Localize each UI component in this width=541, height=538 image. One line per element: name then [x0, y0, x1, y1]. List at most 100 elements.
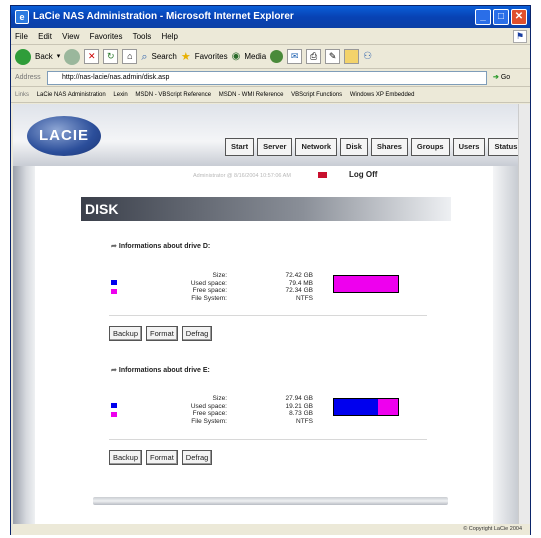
page-viewport: LACIE Start Server Network Disk Shares G…	[13, 104, 518, 524]
drive-e-used: 19.21 GB	[285, 402, 313, 410]
link-item[interactable]: Lexin	[113, 92, 127, 98]
nav-start[interactable]: Start	[225, 138, 255, 156]
link-item[interactable]: Windows XP Embedded	[350, 92, 415, 98]
address-url: http://nas-lacie/nas.admin/disk.asp	[62, 74, 170, 81]
drive-e-free: 8.73 GB	[289, 410, 313, 417]
menu-help[interactable]: Help	[162, 32, 178, 41]
free-segment	[378, 399, 398, 415]
section-title: DISK	[85, 201, 119, 217]
format-button[interactable]: Format	[146, 450, 178, 465]
stop-icon[interactable]: ✕	[84, 49, 100, 64]
links-label: Links	[15, 92, 30, 98]
format-button[interactable]: Format	[146, 326, 178, 341]
backup-button[interactable]: Backup	[109, 450, 143, 465]
minimize-button[interactable]: _	[475, 9, 491, 25]
drive-e-fs: NTFS	[296, 417, 313, 425]
menu-edit[interactable]: Edit	[38, 32, 52, 41]
nav-network[interactable]: Network	[295, 138, 338, 156]
toolbar: Back ▾ ✕ ↻ ⌂ ⌕ Search ★ Favorites ◉ Medi…	[11, 45, 530, 69]
drive-e-size: 27.94 GB	[285, 395, 313, 402]
drive-e-heading-text: Informations about drive E:	[118, 367, 210, 374]
free-label: Free space:	[192, 287, 227, 294]
home-icon[interactable]: ⌂	[122, 49, 138, 64]
history-icon[interactable]	[270, 50, 284, 63]
title-bar[interactable]: e LaCie NAS Administration - Microsoft I…	[11, 6, 530, 28]
divider	[109, 315, 427, 316]
used-label: Used space:	[190, 279, 227, 287]
used-legend-swatch	[111, 280, 117, 285]
menu-bar: File Edit View Favorites Tools Help	[11, 28, 530, 45]
messenger-icon[interactable]: ⚇	[363, 45, 372, 69]
link-item[interactable]: VBScript Functions	[291, 92, 342, 98]
logoff-link[interactable]: Log Off	[349, 170, 377, 179]
menu-favorites[interactable]: Favorites	[90, 32, 123, 41]
drive-d-free: 72.34 GB	[285, 287, 313, 294]
edit-icon[interactable]: ✎	[325, 49, 341, 64]
browser-window: e LaCie NAS Administration - Microsoft I…	[10, 5, 531, 535]
vertical-scrollbar[interactable]	[518, 104, 530, 524]
fs-label: File System:	[191, 417, 227, 425]
address-input[interactable]: http://nas-lacie/nas.admin/disk.asp	[47, 71, 487, 85]
free-legend-swatch	[111, 289, 117, 294]
link-item[interactable]: LaCie NAS Administration	[37, 92, 106, 98]
address-bar: Address http://nas-lacie/nas.admin/disk.…	[11, 69, 530, 87]
divider	[109, 439, 427, 440]
nav-server[interactable]: Server	[257, 138, 293, 156]
link-item[interactable]: MSDN - VBScript Reference	[135, 92, 211, 98]
nav-groups[interactable]: Groups	[410, 138, 450, 156]
backup-button[interactable]: Backup	[109, 326, 143, 341]
drive-d-used: 79.4 MB	[288, 279, 313, 287]
search-button[interactable]: Search	[151, 45, 176, 69]
fs-label: File System:	[191, 294, 227, 302]
footer-bar	[93, 497, 448, 505]
print-icon[interactable]: ⎙	[306, 49, 322, 64]
address-label: Address	[15, 74, 41, 81]
go-arrow-icon: ➔	[493, 74, 499, 81]
nav-disk[interactable]: Disk	[340, 138, 368, 156]
free-label: Free space:	[192, 410, 227, 417]
left-decor-bar	[13, 166, 35, 524]
drive-d-heading-text: Informations about drive D:	[118, 243, 211, 250]
nav-status[interactable]: Status	[488, 138, 518, 156]
drive-e-usage-bar	[333, 398, 399, 416]
drive-d-size: 72.42 GB	[285, 272, 313, 279]
menu-tools[interactable]: Tools	[133, 32, 152, 41]
ie-icon: e	[15, 10, 29, 24]
search-icon[interactable]: ⌕	[141, 45, 147, 69]
free-legend-swatch	[111, 412, 117, 417]
forward-arrow-icon[interactable]	[64, 48, 81, 65]
arrow-icon: ➦	[111, 243, 117, 250]
link-item[interactable]: MSDN - WMI Reference	[219, 92, 284, 98]
maximize-button[interactable]: □	[493, 9, 509, 25]
back-button[interactable]: Back	[35, 45, 53, 69]
mail-icon[interactable]: ✉	[287, 49, 303, 64]
dropdown-icon[interactable]: ▾	[57, 45, 61, 69]
page-header: LACIE Start Server Network Disk Shares G…	[13, 104, 518, 166]
windows-logo-icon: ⚑	[513, 30, 527, 43]
uk-flag-icon[interactable]	[318, 172, 327, 178]
nav-users[interactable]: Users	[452, 138, 486, 156]
section-header: DISK	[81, 197, 451, 221]
used-segment	[334, 399, 378, 415]
defrag-button[interactable]: Defrag	[181, 450, 213, 465]
media-button[interactable]: Media	[244, 45, 266, 69]
drive-d-usage-bar	[333, 275, 399, 293]
defrag-button[interactable]: Defrag	[181, 326, 213, 341]
used-label: Used space:	[190, 402, 227, 410]
drive-d-fs: NTFS	[296, 294, 313, 302]
media-icon[interactable]: ◉	[232, 45, 241, 69]
menu-view[interactable]: View	[62, 32, 79, 41]
refresh-icon[interactable]: ↻	[103, 49, 119, 64]
folder-icon[interactable]	[344, 49, 360, 64]
menu-file[interactable]: File	[15, 32, 28, 41]
favorites-button[interactable]: Favorites	[195, 45, 228, 69]
used-legend-swatch	[111, 403, 117, 408]
back-arrow-icon[interactable]	[15, 48, 31, 65]
right-decor-bar	[493, 166, 518, 524]
drive-e-heading: ➦ Informations about drive E:	[111, 366, 210, 374]
favorites-star-icon[interactable]: ★	[181, 45, 191, 69]
nav-shares[interactable]: Shares	[370, 138, 408, 156]
main-nav: Start Server Network Disk Shares Groups …	[225, 138, 518, 156]
go-button[interactable]: ➔ Go	[493, 72, 523, 84]
close-button[interactable]: ✕	[511, 9, 527, 25]
